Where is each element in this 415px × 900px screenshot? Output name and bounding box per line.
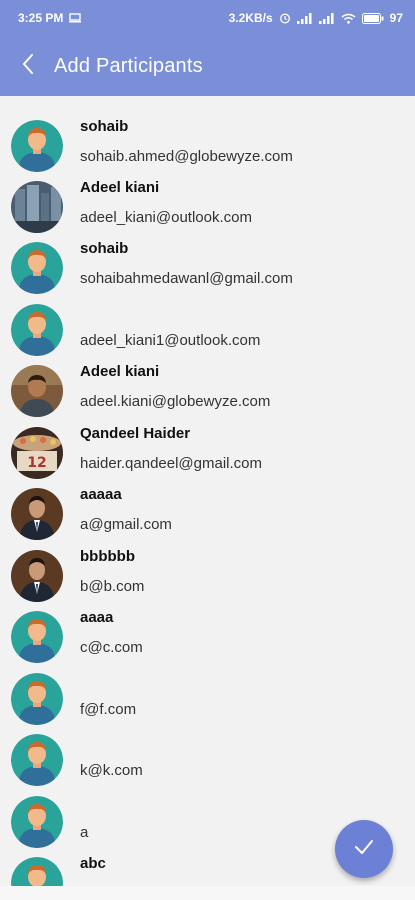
avatar: [11, 304, 63, 356]
avatar: [11, 611, 63, 663]
participant-email: c@c.com: [80, 639, 143, 656]
battery-level: 97: [389, 11, 403, 25]
participant-email: b@b.com: [80, 578, 145, 595]
participant-email: a@gmail.com: [80, 516, 172, 533]
page-title: Add Participants: [54, 54, 203, 77]
participant-name: sohaib: [80, 240, 129, 257]
participant-name: Adeel kiani: [80, 179, 160, 196]
participant-email: k@k.com: [80, 762, 143, 779]
avatar: [11, 550, 63, 602]
participant-name: aaaaa: [80, 486, 122, 503]
participant-row[interactable]: 12 Qandeel Haider haider.qandeel@gmail.com: [0, 422, 415, 484]
status-time: 3:25 PM: [18, 11, 64, 25]
participant-name: abc: [80, 855, 106, 872]
participant-row[interactable]: Adeel kiani adeel_kiani@outlook.com: [0, 176, 415, 238]
avatar: [11, 673, 63, 725]
participant-list[interactable]: sohaib sohaib.ahmed@globewyze.com Adeel ki…: [0, 96, 415, 886]
participant-row[interactable]: k@k.com: [0, 729, 415, 791]
participant-email: sohaib.ahmed@globewyze.com: [80, 148, 293, 165]
screen-cast-icon: [69, 13, 82, 23]
app-bar: Add Participants: [0, 36, 415, 96]
chevron-left-icon: [21, 53, 35, 80]
signal-icon: [296, 12, 313, 24]
participant-email: adeel.kiani@globewyze.com: [80, 393, 271, 410]
participant-email: sohaibahmedawanl@gmail.com: [80, 270, 293, 287]
avatar: [11, 365, 63, 417]
participant-row[interactable]: Adeel kiani adeel.kiani@globewyze.com: [0, 360, 415, 422]
participant-name: bbbbbb: [80, 548, 135, 565]
avatar: [11, 857, 63, 886]
alarm-icon: [279, 12, 291, 24]
participant-row[interactable]: aaaa c@c.com: [0, 606, 415, 668]
participant-row[interactable]: f@f.com: [0, 668, 415, 730]
participant-name: aaaa: [80, 609, 114, 626]
participant-row[interactable]: bbbbbb b@b.com: [0, 545, 415, 607]
wifi-icon: [341, 13, 356, 24]
avatar: [11, 796, 63, 848]
participant-row[interactable]: aaaaa a@gmail.com: [0, 483, 415, 545]
participant-email: a: [80, 824, 89, 841]
participant-email: adeel_kiani1@outlook.com: [80, 332, 261, 349]
signal-icon-2: [318, 12, 335, 24]
participant-name: Adeel kiani: [80, 363, 160, 380]
network-speed: 3.2KB/s: [228, 11, 273, 25]
avatar: [11, 181, 63, 233]
participant-row[interactable]: sohaib sohaib.ahmed@globewyze.com: [0, 115, 415, 177]
avatar: [11, 120, 63, 172]
participant-row[interactable]: adeel_kiani1@outlook.com: [0, 299, 415, 361]
bottom-strip: [0, 886, 415, 900]
avatar: [11, 734, 63, 786]
participant-email: adeel_kiani@outlook.com: [80, 209, 252, 226]
avatar: 12: [11, 427, 63, 479]
back-button[interactable]: [0, 36, 56, 96]
battery-icon: [361, 12, 384, 24]
avatar: [11, 488, 63, 540]
check-icon: [353, 838, 375, 861]
participant-email: haider.qandeel@gmail.com: [80, 455, 262, 472]
status-bar: 3:25 PM 3.2KB/s 97: [0, 0, 415, 36]
participant-name: Qandeel Haider: [80, 425, 191, 442]
participant-name: sohaib: [80, 118, 129, 135]
participant-email: f@f.com: [80, 701, 137, 718]
avatar: [11, 242, 63, 294]
confirm-button[interactable]: [335, 820, 393, 878]
svg-text:12: 12: [27, 455, 46, 471]
participant-row[interactable]: sohaib sohaibahmedawanl@gmail.com: [0, 237, 415, 299]
